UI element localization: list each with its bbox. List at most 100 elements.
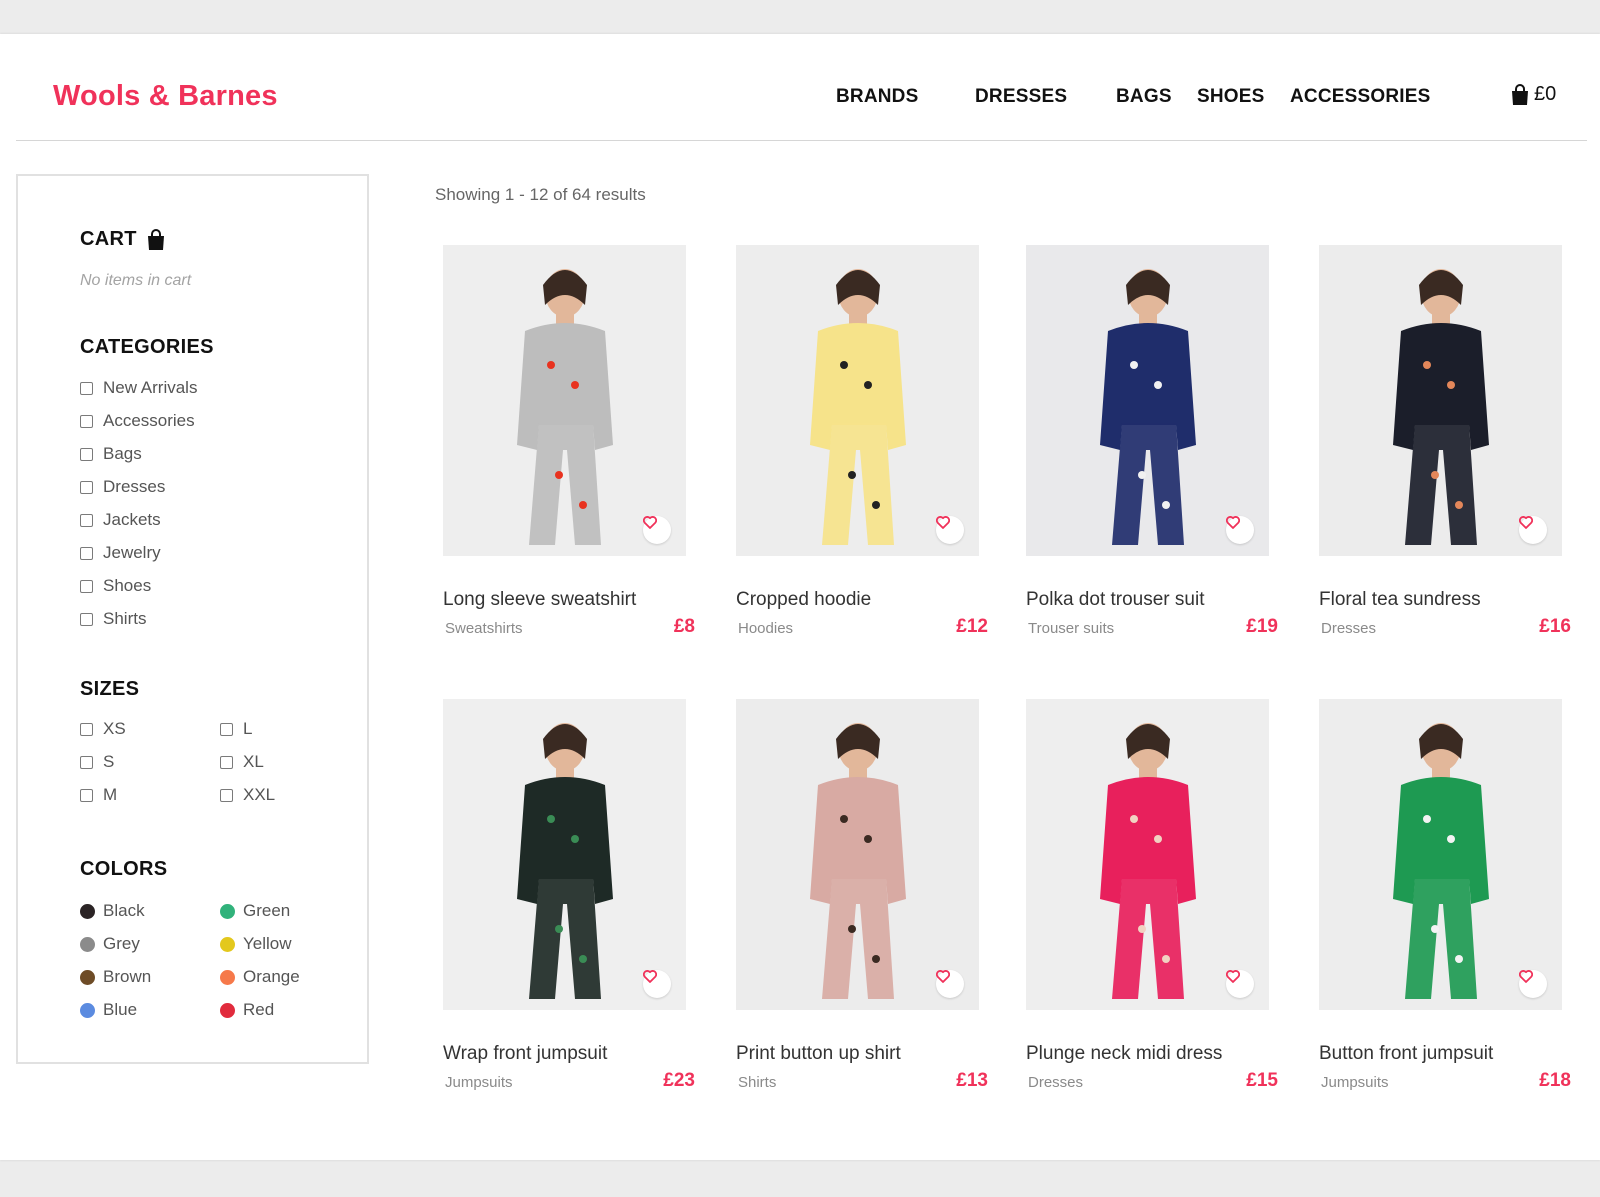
product-title[interactable]: Floral tea sundress xyxy=(1319,589,1481,611)
nav-bags[interactable]: BAGS xyxy=(1116,86,1172,108)
checkbox[interactable] xyxy=(80,381,93,395)
colors-heading: COLORS xyxy=(80,858,168,880)
product-image[interactable] xyxy=(1319,699,1562,1010)
product-image[interactable] xyxy=(736,245,979,556)
size-option[interactable]: S xyxy=(80,752,114,772)
product-category: Trouser suits xyxy=(1028,620,1115,637)
checkbox[interactable] xyxy=(80,755,93,769)
color-option[interactable]: Red xyxy=(220,1000,274,1020)
product-category: Jumpsuits xyxy=(445,1074,513,1091)
product-title[interactable]: Polka dot trouser suit xyxy=(1026,589,1204,611)
product-category: Dresses xyxy=(1321,620,1377,637)
size-option[interactable]: XXL xyxy=(220,785,275,805)
product-card[interactable]: Print button up shirt Shirts £13 xyxy=(728,699,988,1099)
product-title[interactable]: Plunge neck midi dress xyxy=(1026,1043,1222,1065)
size-option[interactable]: M xyxy=(80,785,117,805)
color-label: Yellow xyxy=(243,934,292,953)
product-image[interactable] xyxy=(736,699,979,1010)
product-card[interactable]: Long sleeve sweatshirt Sweatshirts £8 xyxy=(435,245,695,645)
product-card[interactable]: Button front jumpsuit Jumpsuits £18 xyxy=(1311,699,1571,1099)
favorite-button[interactable] xyxy=(936,516,964,544)
color-option[interactable]: Green xyxy=(220,901,290,921)
category-option[interactable]: Jackets xyxy=(80,510,161,530)
cart-section: CART xyxy=(80,228,165,251)
checkbox[interactable] xyxy=(80,612,93,626)
nav-dresses[interactable]: DRESSES xyxy=(975,86,1067,108)
product-price: £19 xyxy=(1246,616,1278,637)
results-count: Showing 1 - 12 of 64 results xyxy=(435,185,646,204)
product-card[interactable]: Floral tea sundress Dresses £16 xyxy=(1311,245,1571,645)
product-title[interactable]: Long sleeve sweatshirt xyxy=(443,589,636,611)
favorite-button[interactable] xyxy=(1226,516,1254,544)
header-cart-button[interactable]: £0 xyxy=(1511,83,1556,106)
product-card[interactable]: Polka dot trouser suit Trouser suits £19 xyxy=(1018,245,1278,645)
product-image[interactable] xyxy=(1319,245,1562,556)
favorite-button[interactable] xyxy=(1226,970,1254,998)
favorite-button[interactable] xyxy=(643,970,671,998)
category-option[interactable]: Shoes xyxy=(80,576,151,596)
product-photo xyxy=(1319,699,1562,1010)
product-image[interactable] xyxy=(443,699,686,1010)
size-option[interactable]: XS xyxy=(80,719,126,739)
category-option[interactable]: Bags xyxy=(80,444,142,464)
category-label: Dresses xyxy=(103,477,166,496)
checkbox[interactable] xyxy=(80,722,93,736)
favorite-button[interactable] xyxy=(1519,970,1547,998)
category-option[interactable]: New Arrivals xyxy=(80,378,197,398)
product-price: £16 xyxy=(1539,616,1571,637)
checkbox[interactable] xyxy=(80,513,93,527)
product-price: £13 xyxy=(956,1070,988,1091)
nav-accessories[interactable]: ACCESSORIES xyxy=(1290,86,1431,108)
product-price: £15 xyxy=(1246,1070,1278,1091)
product-title[interactable]: Cropped hoodie xyxy=(736,589,871,611)
color-swatch xyxy=(220,903,235,919)
product-image[interactable] xyxy=(1026,699,1269,1010)
size-label: S xyxy=(103,752,115,771)
product-title[interactable]: Print button up shirt xyxy=(736,1043,901,1065)
color-option[interactable]: Brown xyxy=(80,967,151,987)
category-option[interactable]: Jewelry xyxy=(80,543,161,563)
product-card[interactable]: Cropped hoodie Hoodies £12 xyxy=(728,245,988,645)
category-option[interactable]: Shirts xyxy=(80,609,146,629)
heart-icon xyxy=(1226,970,1240,983)
product-card[interactable]: Plunge neck midi dress Dresses £15 xyxy=(1018,699,1278,1099)
color-option[interactable]: Yellow xyxy=(220,934,292,954)
checkbox[interactable] xyxy=(220,755,233,769)
color-option[interactable]: Grey xyxy=(80,934,140,954)
product-title[interactable]: Wrap front jumpsuit xyxy=(443,1043,607,1065)
product-title[interactable]: Button front jumpsuit xyxy=(1319,1043,1493,1065)
product-category: Dresses xyxy=(1028,1074,1084,1091)
product-photo xyxy=(1319,245,1562,556)
checkbox[interactable] xyxy=(80,788,93,802)
checkbox[interactable] xyxy=(80,447,93,461)
heart-icon xyxy=(643,970,657,983)
site-logo[interactable]: Wools & Barnes xyxy=(53,80,278,113)
checkbox[interactable] xyxy=(80,414,93,428)
product-card[interactable]: Wrap front jumpsuit Jumpsuits £23 xyxy=(435,699,695,1099)
color-option[interactable]: Blue xyxy=(80,1000,137,1020)
checkbox[interactable] xyxy=(80,480,93,494)
product-image[interactable] xyxy=(1026,245,1269,556)
product-photo xyxy=(736,245,979,556)
checkbox[interactable] xyxy=(220,788,233,802)
category-option[interactable]: Accessories xyxy=(80,411,195,431)
checkbox[interactable] xyxy=(80,579,93,593)
size-option[interactable]: L xyxy=(220,719,252,739)
size-label: XL xyxy=(243,752,264,771)
color-label: Blue xyxy=(103,1000,138,1019)
product-category: Jumpsuits xyxy=(1321,1074,1389,1091)
product-image[interactable] xyxy=(443,245,686,556)
checkbox[interactable] xyxy=(220,722,233,736)
favorite-button[interactable] xyxy=(936,970,964,998)
nav-brands[interactable]: BRANDS xyxy=(836,86,918,108)
color-option[interactable]: Orange xyxy=(220,967,300,987)
favorite-button[interactable] xyxy=(1519,516,1547,544)
favorite-button[interactable] xyxy=(643,516,671,544)
nav-shoes[interactable]: SHOES xyxy=(1197,86,1265,108)
checkbox[interactable] xyxy=(80,546,93,560)
heart-icon xyxy=(1519,516,1533,529)
color-option[interactable]: Black xyxy=(80,901,145,921)
site-header: Wools & Barnes BRANDS DRESSES BAGS SHOES… xyxy=(16,34,1587,141)
category-option[interactable]: Dresses xyxy=(80,477,165,497)
size-option[interactable]: XL xyxy=(220,752,264,772)
